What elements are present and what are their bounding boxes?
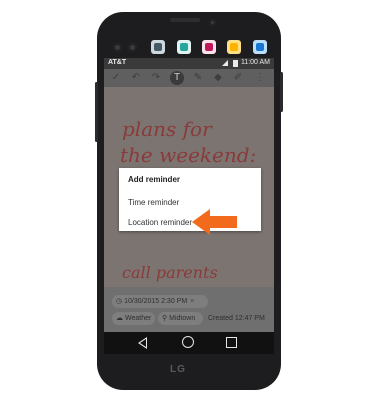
location-reminder-option[interactable]: Location reminder <box>128 218 192 227</box>
home-icon[interactable] <box>182 336 194 348</box>
check-icon[interactable]: ✓ <box>110 72 122 84</box>
status-bar: AT&T 11:00 AM <box>104 58 274 69</box>
undo-icon[interactable]: ↶ <box>130 72 142 84</box>
note-toolbar: ✓ ↶ ↷ T ✎ ◆ ✐ ⋮ <box>104 69 274 87</box>
note-info-bar: ◷ 10/30/2015 2:30 PM × ☁ Weather ⚲ Midtown C… <box>104 287 274 332</box>
signal-icon <box>222 60 228 66</box>
contacts-shortcut-icon[interactable] <box>177 40 191 54</box>
back-icon-inner <box>140 339 146 347</box>
power-button <box>280 72 283 112</box>
clock: 11:00 AM <box>240 59 270 66</box>
redo-icon[interactable]: ↷ <box>150 72 162 84</box>
sensor <box>128 43 137 52</box>
navigation-bar <box>104 332 274 354</box>
handwriting-line: the weekend: <box>120 143 257 167</box>
front-camera <box>113 43 122 52</box>
volume-button <box>95 82 98 142</box>
memo-shortcut-icon[interactable] <box>227 40 241 54</box>
clock-icon: ◷ <box>116 298 123 305</box>
eraser-icon[interactable]: ◆ <box>212 72 224 84</box>
pointer-arrow-icon <box>192 209 237 235</box>
reminder-chip[interactable]: ◷ 10/30/2015 2:30 PM × <box>112 295 208 308</box>
location-pin-icon: ⚲ <box>162 315 168 322</box>
calendar-shortcut-icon[interactable] <box>253 40 267 54</box>
time-reminder-option[interactable]: Time reminder <box>128 198 179 207</box>
screen: AT&T 11:00 AM ✓ ↶ ↷ T ✎ ◆ ✐ ⋮ plans for … <box>104 58 274 332</box>
carrier-label: AT&T <box>108 59 127 66</box>
highlighter-icon[interactable]: ✐ <box>232 72 244 84</box>
created-time: Created 12:47 PM <box>208 315 265 322</box>
add-reminder-dialog: Add reminder Time reminder Location remi… <box>119 168 261 231</box>
weather-icon: ☁ <box>116 315 123 322</box>
recent-apps-icon[interactable] <box>226 337 237 348</box>
gallery-shortcut-icon[interactable] <box>202 40 216 54</box>
second-screen <box>147 37 271 59</box>
weather-label: Weather <box>125 315 152 322</box>
location-label: Midtown <box>169 315 196 322</box>
battery-icon <box>233 60 238 67</box>
dialog-title: Add reminder <box>128 175 181 184</box>
handwriting-line: plans for <box>122 117 212 141</box>
close-icon[interactable]: × <box>190 298 194 305</box>
earpiece-speaker <box>170 18 200 22</box>
reminder-datetime: 10/30/2015 2:30 PM <box>124 298 188 305</box>
more-icon[interactable]: ⋮ <box>254 72 266 84</box>
text-tool-icon[interactable]: T <box>170 71 184 85</box>
handwriting-line: call parents <box>122 263 218 282</box>
weather-chip[interactable]: ☁ Weather <box>112 312 155 325</box>
settings-shortcut-icon[interactable] <box>151 40 165 54</box>
proximity-sensor <box>209 19 216 26</box>
pen-icon[interactable]: ✎ <box>192 72 204 84</box>
brand-logo: LG <box>170 364 186 375</box>
location-chip[interactable]: ⚲ Midtown <box>158 312 203 325</box>
